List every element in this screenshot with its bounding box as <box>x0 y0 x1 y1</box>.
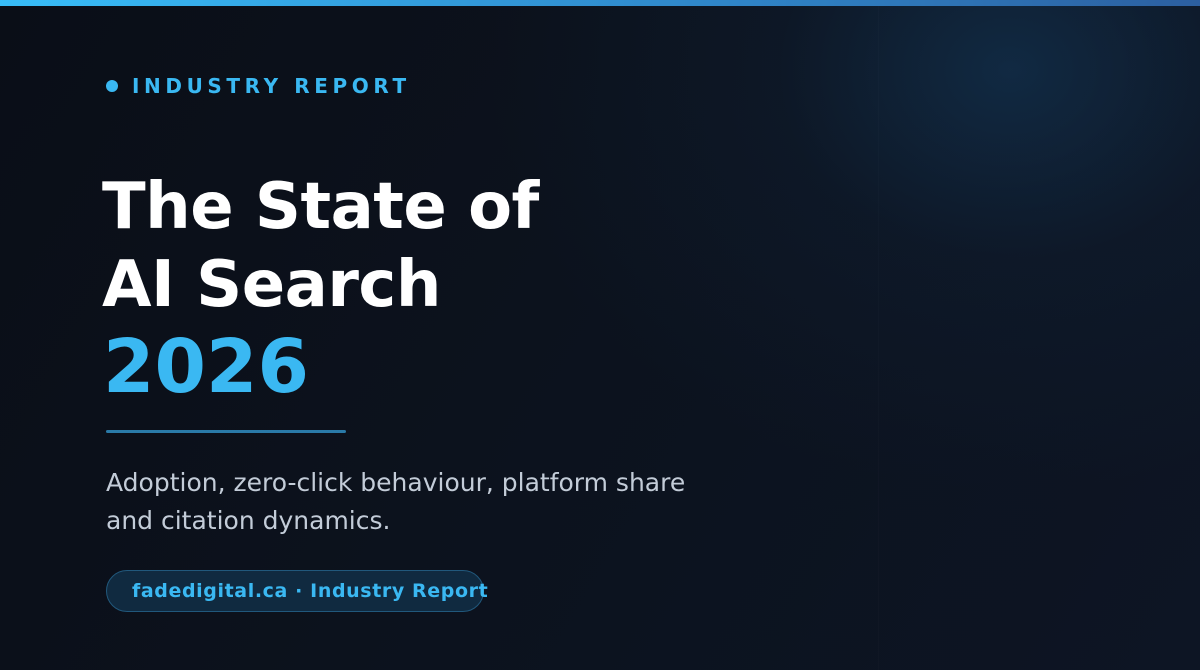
top-accent-bar <box>0 0 1200 6</box>
title-line-2: AI Search <box>102 248 441 322</box>
title-line-1: The State of <box>102 170 539 244</box>
eyebrow-label: INDUSTRY REPORT <box>132 74 411 98</box>
background-divider <box>878 6 879 670</box>
subtitle-line-2: and citation dynamics. <box>106 506 391 535</box>
subtitle-line-1: Adoption, zero-click behaviour, platform… <box>106 468 686 497</box>
bullet-dot-icon <box>106 80 118 92</box>
title-year: 2026 <box>103 324 309 410</box>
source-badge: fadedigital.ca · Industry Report <box>106 570 488 612</box>
page-title: The State of AI Search <box>102 168 539 324</box>
title-divider <box>106 430 346 433</box>
subtitle: Adoption, zero-click behaviour, platform… <box>106 464 726 540</box>
eyebrow: INDUSTRY REPORT <box>106 74 411 98</box>
